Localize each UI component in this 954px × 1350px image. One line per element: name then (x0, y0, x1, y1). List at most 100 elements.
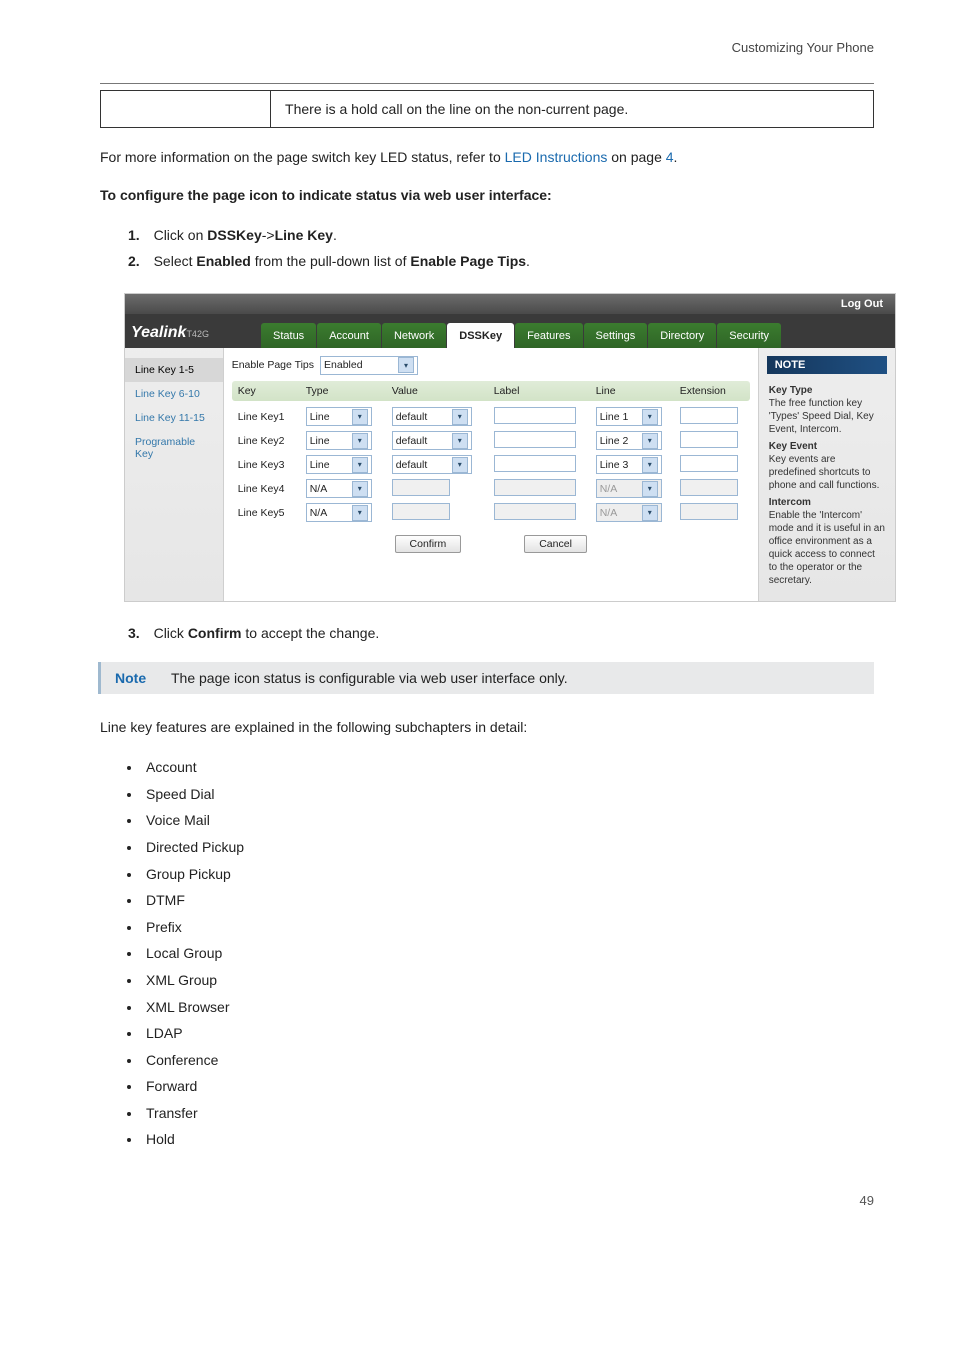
extension-input[interactable] (680, 455, 738, 472)
step-text: Click (154, 625, 188, 641)
led-instructions-link[interactable]: LED Instructions (505, 149, 608, 165)
list-item: Directed Pickup (142, 834, 874, 861)
type-select[interactable]: Line▾ (306, 407, 372, 426)
intro-pre: For more information on the page switch … (100, 149, 505, 165)
extension-input[interactable] (680, 431, 738, 448)
column-header: Type (306, 385, 388, 397)
line-select[interactable]: Line 1▾ (596, 407, 662, 426)
key-label: Line Key5 (238, 507, 302, 519)
label-input[interactable] (494, 431, 576, 448)
key-label: Line Key4 (238, 483, 302, 495)
header-rule (100, 83, 874, 84)
list-item: Forward (142, 1073, 874, 1100)
step-number: 3. (128, 625, 140, 641)
cancel-button[interactable]: Cancel (524, 535, 587, 553)
step-3: 3. Click Confirm to accept the change. (122, 620, 874, 647)
note-label: Note (115, 670, 171, 686)
tab-directory[interactable]: Directory (648, 323, 716, 348)
note-body-text: The free function key 'Types' Speed Dial… (769, 397, 885, 436)
value-select[interactable]: default▾ (392, 455, 472, 474)
logout-link[interactable]: Log Out (841, 298, 883, 310)
step-text: -> (262, 227, 275, 243)
tab-network[interactable]: Network (382, 323, 446, 348)
note-block: Note The page icon status is configurabl… (98, 662, 874, 694)
sidebar-item[interactable]: Line Key 6-10 (125, 382, 223, 406)
list-item: XML Browser (142, 994, 874, 1021)
step-number: 2. (128, 253, 140, 269)
step-text: to accept the change. (241, 625, 379, 641)
label-input[interactable] (494, 455, 576, 472)
value-select[interactable]: default▾ (392, 431, 472, 450)
list-item: Hold (142, 1126, 874, 1153)
chevron-down-icon: ▾ (642, 409, 658, 425)
value-select[interactable]: default▾ (392, 407, 472, 426)
line-select: N/A▾ (596, 503, 662, 522)
note-heading: Intercom (769, 496, 811, 509)
line-select[interactable]: Line 3▾ (596, 455, 662, 474)
extension-input (680, 503, 738, 520)
confirm-button[interactable]: Confirm (395, 535, 462, 553)
chevron-down-icon: ▾ (398, 357, 414, 373)
note-panel-title: NOTE (767, 356, 887, 374)
type-select[interactable]: Line▾ (306, 455, 372, 474)
type-select[interactable]: Line▾ (306, 431, 372, 450)
step-number: 1. (128, 227, 140, 243)
note-body-text: Key events are predefined shortcuts to p… (769, 453, 885, 492)
chevron-down-icon: ▾ (352, 457, 368, 473)
step-text: . (333, 227, 337, 243)
step-1: 1. Click on DSSKey->Line Key. (122, 222, 874, 249)
table-row: Line Key5 N/A▾ N/A▾ (232, 501, 750, 525)
key-label: Line Key3 (238, 459, 302, 471)
chevron-down-icon: ▾ (452, 457, 468, 473)
column-header: Extension (680, 385, 744, 397)
type-select[interactable]: N/A▾ (306, 503, 372, 522)
note-heading: Key Event (769, 440, 817, 453)
list-item: Prefix (142, 914, 874, 941)
chevron-down-icon: ▾ (642, 481, 658, 497)
step-bold: Enable Page Tips (410, 253, 526, 269)
step-text: Click on (154, 227, 208, 243)
intro-post: on page (607, 149, 665, 165)
chevron-down-icon: ▾ (642, 433, 658, 449)
key-label: Line Key1 (238, 411, 302, 423)
brand-logo: YealinkT42G (125, 324, 261, 348)
tab-dsskey[interactable]: DSSKey (447, 323, 514, 348)
configure-subhead: To configure the page icon to indicate s… (100, 184, 874, 208)
note-heading: Key Type (769, 384, 813, 397)
list-item: XML Group (142, 967, 874, 994)
type-select[interactable]: N/A▾ (306, 479, 372, 498)
column-header: Key (238, 385, 302, 397)
label-input[interactable] (494, 407, 576, 424)
line-select[interactable]: Line 2▾ (596, 431, 662, 450)
list-item: Conference (142, 1047, 874, 1074)
sidebar-item[interactable]: Line Key 11-15 (125, 406, 223, 430)
key-label: Line Key2 (238, 435, 302, 447)
enable-page-tips-select[interactable]: Enabled ▾ (320, 356, 418, 375)
extension-input[interactable] (680, 407, 738, 424)
tab-security[interactable]: Security (717, 323, 781, 348)
step-text: from the pull-down list of (251, 253, 411, 269)
tab-features[interactable]: Features (515, 323, 582, 348)
table-row: Line Key1 Line▾ default▾ Line 1▾ (232, 405, 750, 429)
chevron-down-icon: ▾ (352, 409, 368, 425)
chevron-down-icon: ▾ (452, 433, 468, 449)
logo-text: Yealink (131, 324, 186, 348)
page-header: Customizing Your Phone (100, 40, 874, 55)
step-bold: Line Key (275, 227, 333, 243)
chevron-down-icon: ▾ (352, 505, 368, 521)
select-value: Enabled (324, 359, 363, 371)
step-text: Select (154, 253, 197, 269)
logo-model: T42G (186, 329, 209, 339)
sidebar-item[interactable]: Line Key 1-5 (125, 358, 223, 382)
list-item: LDAP (142, 1020, 874, 1047)
sidebar-item[interactable]: Programable Key (125, 430, 223, 466)
list-item: Voice Mail (142, 807, 874, 834)
label-input (494, 479, 576, 496)
tab-status[interactable]: Status (261, 323, 316, 348)
step-bold: Enabled (196, 253, 250, 269)
page-ref-link[interactable]: 4 (666, 149, 674, 165)
tab-settings[interactable]: Settings (584, 323, 648, 348)
step-2: 2. Select Enabled from the pull-down lis… (122, 248, 874, 275)
table-row: Line Key2 Line▾ default▾ Line 2▾ (232, 429, 750, 453)
tab-account[interactable]: Account (317, 323, 381, 348)
